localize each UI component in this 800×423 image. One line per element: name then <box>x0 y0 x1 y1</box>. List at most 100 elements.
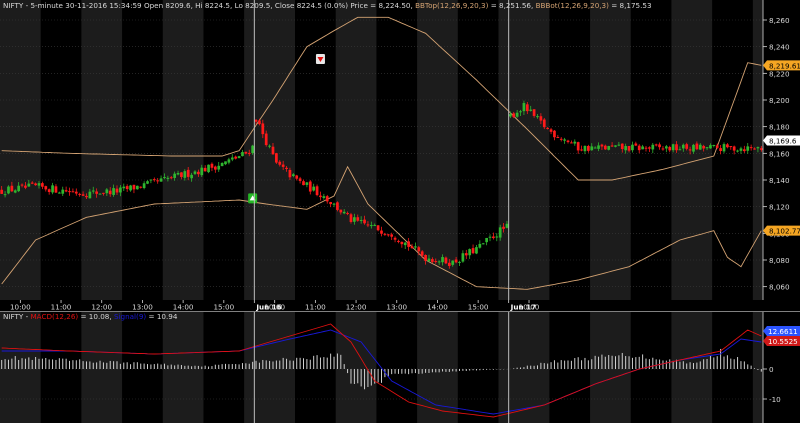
macd-axis-badges: 12.661110.5525 <box>763 326 800 347</box>
candle-body <box>502 226 505 229</box>
price-tick-label: 8,220 <box>769 69 790 78</box>
candle-body <box>349 214 353 222</box>
candle-body <box>753 148 756 150</box>
candle-body <box>393 237 397 240</box>
candle-body <box>7 186 10 194</box>
candle-body <box>641 146 644 150</box>
header-close: Close 8224.5 (0.0%) <box>275 1 348 10</box>
price-time-band <box>162 0 204 300</box>
candle-body <box>492 236 495 239</box>
signal-badge-label: 10.5525 <box>768 337 798 346</box>
candle-body <box>675 144 678 151</box>
candle-body <box>739 148 743 151</box>
candle-body <box>461 253 465 262</box>
candle-body <box>427 258 431 262</box>
candle-body <box>481 243 485 245</box>
macd-time-band <box>254 312 296 423</box>
macd-header-label: MACD(12,26) <box>30 312 78 321</box>
candle-body <box>698 144 702 150</box>
candle-body <box>230 157 234 160</box>
candle-body <box>47 189 51 192</box>
candle-body <box>258 120 261 125</box>
candle-body <box>749 147 753 149</box>
candle-body <box>254 119 258 122</box>
header-price: Price = 8,224.50, <box>350 1 412 10</box>
candle-body <box>203 167 207 172</box>
candle-body <box>681 144 685 149</box>
price-tick-label: 8,140 <box>769 176 790 185</box>
candle-body <box>661 148 665 150</box>
candle-body <box>546 127 550 129</box>
candle-body <box>366 224 370 226</box>
candle-body <box>505 223 509 228</box>
header-open: Open 8209.6, <box>144 1 193 10</box>
price-time-band <box>508 0 550 300</box>
candle-body <box>224 161 227 165</box>
candle-body <box>729 146 733 148</box>
candle-body <box>176 172 180 175</box>
candle-body <box>651 144 655 150</box>
macd-time-band <box>590 312 631 423</box>
candle-body <box>400 241 404 245</box>
macd-time-band <box>81 312 123 423</box>
candle-body <box>478 243 482 248</box>
candle-body <box>74 191 78 194</box>
candle-body <box>78 193 82 195</box>
candle-body <box>281 164 285 167</box>
candle-body <box>563 139 566 141</box>
candle-body <box>607 146 611 150</box>
candle-body <box>27 183 31 187</box>
candle-body <box>549 129 553 132</box>
candle-body <box>397 240 400 242</box>
signal-badge: 10.5525 <box>763 336 800 347</box>
candle-body <box>325 196 329 202</box>
candle-body <box>91 190 95 192</box>
candle-body <box>152 179 156 181</box>
macd-time-band <box>671 312 713 423</box>
candle-body <box>180 172 183 177</box>
candle-body <box>197 171 200 175</box>
candle-body <box>291 174 295 177</box>
macd-time-band <box>0 312 41 423</box>
candle-body <box>431 259 434 262</box>
candle-body <box>736 150 739 152</box>
price-time-band <box>254 0 296 300</box>
candle-body <box>444 257 448 264</box>
candle-body <box>51 185 54 193</box>
candle-body <box>644 147 648 149</box>
candle-body <box>41 183 44 187</box>
candle-body <box>64 190 68 192</box>
candle-body <box>709 145 712 149</box>
candle-body <box>207 164 210 173</box>
candle-body <box>726 144 729 148</box>
x-tick-label: 10:00 <box>519 303 540 312</box>
candle-body <box>319 195 322 198</box>
signal-header-value: = 10.94 <box>149 312 178 321</box>
candle-body <box>468 249 472 256</box>
chart-stage: 8,0608,0808,1008,1208,1408,1608,1808,200… <box>0 0 800 423</box>
candle-body <box>234 156 238 159</box>
candle-body <box>559 138 563 140</box>
candle-body <box>553 130 556 138</box>
x-tick-label: 12:00 <box>91 303 112 312</box>
candle-body <box>85 195 88 198</box>
x-tick-label: 13:00 <box>132 303 153 312</box>
candle-body <box>241 152 244 157</box>
candle-body <box>587 145 590 151</box>
candle-body <box>488 236 492 238</box>
candle-body <box>315 186 319 196</box>
candle-body <box>742 149 746 152</box>
candle-body <box>756 147 760 149</box>
candle-body <box>447 262 451 266</box>
candle-body <box>658 144 661 148</box>
candle-body <box>302 181 305 186</box>
candle-body <box>512 113 516 118</box>
candle-body <box>268 145 271 147</box>
candle-body <box>712 145 716 147</box>
candle-body <box>719 148 722 152</box>
candle-body <box>631 144 634 151</box>
candle-body <box>200 167 204 176</box>
x-tick-label: 10:00 <box>264 303 285 312</box>
candle-body <box>339 209 343 213</box>
macd-time-band <box>498 312 509 423</box>
